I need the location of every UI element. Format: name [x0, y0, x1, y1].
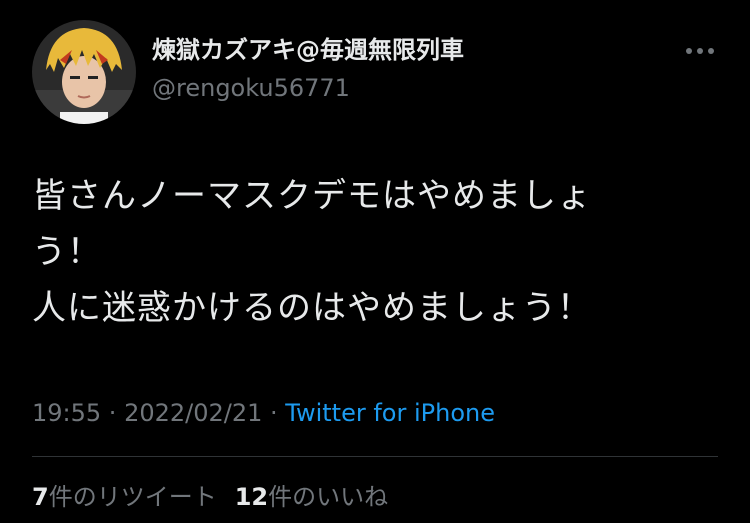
meta-separator: ·: [101, 399, 125, 427]
tweet-text-line: 皆さんノーマスクデモはやめましょ: [32, 176, 592, 216]
tweet-text: 皆さんノーマスクデモはやめましょ う！ 人に迷惑かけるのはやめましょう！: [32, 168, 722, 336]
retweets-label: 件のリツイート: [48, 483, 217, 511]
author-display-name[interactable]: 煉獄カズアキ@毎週無限列車: [152, 34, 464, 66]
retweets-count: 7: [32, 483, 49, 511]
tweet-detail: 煉獄カズアキ@毎週無限列車 @rengoku56771 皆さんノーマスクデモはや…: [0, 0, 750, 523]
avatar[interactable]: [32, 20, 136, 124]
engagement-stats: 7件のリツイート 12件のいいね: [32, 480, 388, 514]
more-options-button[interactable]: [680, 36, 720, 66]
user-avatar-icon: [32, 20, 136, 124]
author-handle[interactable]: @rengoku56771: [152, 72, 350, 104]
tweet-metadata: 19:55 · 2022/02/21 · Twitter for iPhone: [32, 396, 495, 430]
tweet-text-line: 人に迷惑かけるのはやめましょう！: [32, 288, 592, 328]
tweet-text-line: う！: [32, 232, 102, 272]
divider: [32, 456, 718, 457]
tweet-time[interactable]: 19:55: [32, 399, 101, 427]
tweet-date[interactable]: 2022/02/21: [124, 399, 262, 427]
likes-label: 件のいいね: [268, 483, 389, 511]
retweets-stat[interactable]: 7件のリツイート: [32, 480, 217, 514]
more-horizontal-icon: [686, 48, 714, 54]
likes-count: 12: [234, 483, 269, 511]
likes-stat[interactable]: 12件のいいね: [235, 480, 388, 514]
tweet-source-link[interactable]: Twitter for iPhone: [285, 399, 495, 427]
meta-separator: ·: [262, 399, 286, 427]
